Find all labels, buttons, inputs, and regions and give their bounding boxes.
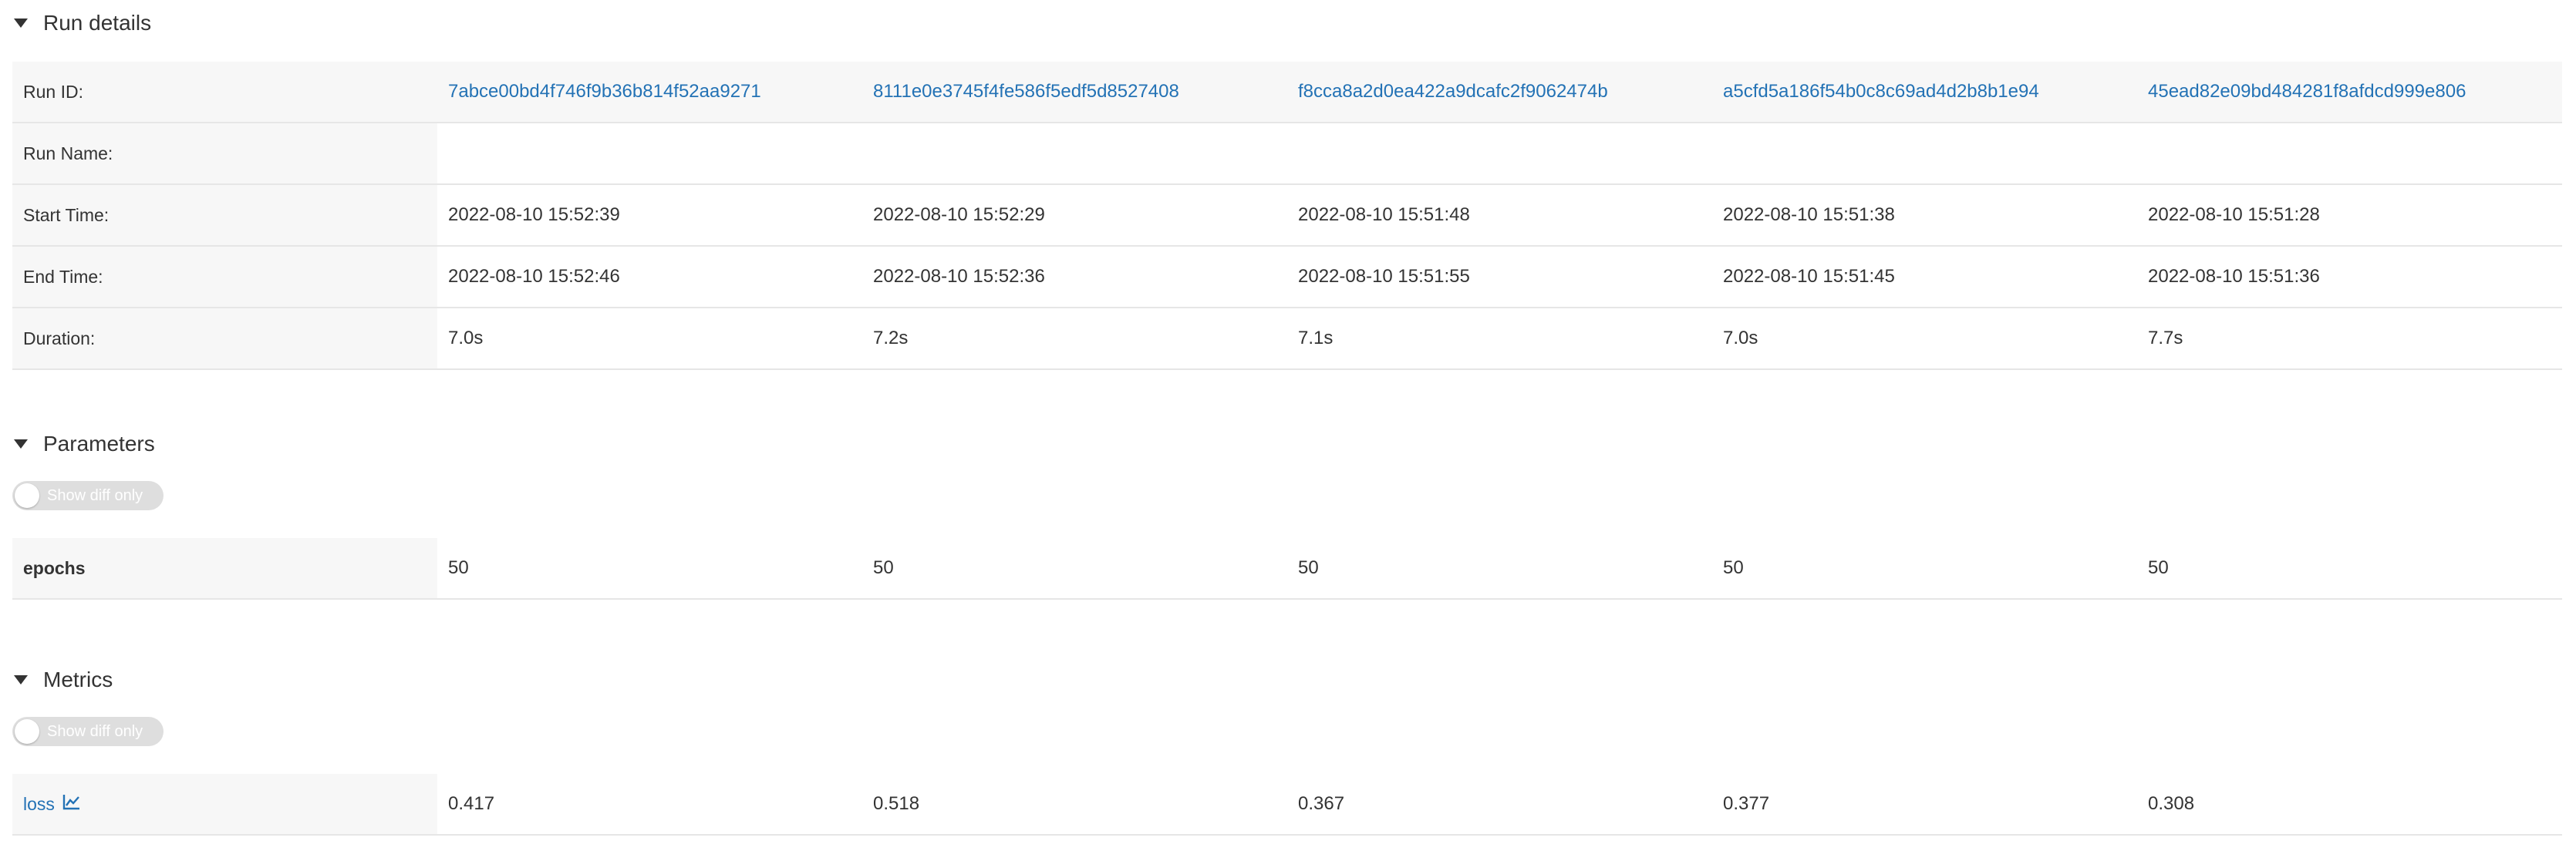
caret-down-icon[interactable] <box>14 18 28 28</box>
row-label-loss[interactable]: loss <box>12 774 437 834</box>
run-name-cell <box>437 123 862 183</box>
duration-cell: 7.7s <box>2148 328 2183 348</box>
start-time-cell: 2022-08-10 15:51:28 <box>2148 204 2320 225</box>
run-id-link[interactable]: 7abce00bd4f746f9b36b814f52aa9271 <box>437 62 862 122</box>
end-time-cell: 2022-08-10 15:51:36 <box>2148 266 2320 287</box>
run-name-cell <box>1287 123 1712 183</box>
row-label-run-name: Run Name: <box>12 123 437 183</box>
metrics-table: loss 0.417 0.518 0.367 0.377 0.308 <box>12 774 2562 836</box>
run-name-cell <box>2137 123 2562 183</box>
param-value-cell: 50 <box>2148 557 2169 578</box>
start-time-cell: 2022-08-10 15:52:39 <box>448 204 620 225</box>
run-details-table: Run ID: 7abce00bd4f746f9b36b814f52aa9271… <box>12 62 2562 370</box>
row-label-run-id: Run ID: <box>12 62 437 122</box>
parameters-show-diff-toggle[interactable]: Show diff only <box>12 481 164 510</box>
run-name-cell <box>862 123 1287 183</box>
row-label-end-time: End Time: <box>12 247 437 307</box>
param-value-cell: 50 <box>1723 557 1744 578</box>
param-value-cell: 50 <box>873 557 894 578</box>
toggle-label: Show diff only <box>47 722 143 740</box>
metric-value-cell: 0.367 <box>1298 793 1345 814</box>
metric-value-cell: 0.377 <box>1723 793 1770 814</box>
compare-runs-page: Run details Run ID: 7abce00bd4f746f9b36b… <box>0 0 2576 851</box>
table-row-epochs: epochs 50 50 50 50 50 <box>12 538 2562 600</box>
run-id-link[interactable]: 8111e0e3745f4fe586f5edf5d8527408 <box>862 62 1287 122</box>
metric-value-cell: 0.417 <box>448 793 495 814</box>
parameters-header[interactable]: Parameters <box>0 422 155 466</box>
run-id-link[interactable]: 45ead82e09bd484281f8afdcd999e806 <box>2137 62 2562 122</box>
duration-cell: 7.1s <box>1298 328 1334 348</box>
run-id-link[interactable]: f8cca8a2d0ea422a9dcafc2f9062474b <box>1287 62 1712 122</box>
toggle-knob <box>15 719 39 744</box>
end-time-cell: 2022-08-10 15:52:36 <box>873 266 1045 287</box>
section-title-metrics: Metrics <box>43 668 113 691</box>
start-time-cell: 2022-08-10 15:51:48 <box>1298 204 1470 225</box>
metrics-show-diff-toggle[interactable]: Show diff only <box>12 717 164 746</box>
section-title-run-details: Run details <box>43 11 152 35</box>
table-row-end-time: End Time: 2022-08-10 15:52:46 2022-08-10… <box>12 247 2562 308</box>
table-row-run-name: Run Name: <box>12 123 2562 185</box>
duration-cell: 7.2s <box>873 328 909 348</box>
metric-value-cell: 0.518 <box>873 793 920 814</box>
metric-value-cell: 0.308 <box>2148 793 2195 814</box>
start-time-cell: 2022-08-10 15:51:38 <box>1723 204 1895 225</box>
parameters-table: epochs 50 50 50 50 50 <box>12 538 2562 600</box>
param-value-cell: 50 <box>448 557 469 578</box>
line-chart-icon[interactable] <box>62 793 81 815</box>
param-value-cell: 50 <box>1298 557 1319 578</box>
toggle-knob <box>15 483 39 508</box>
metric-link-loss[interactable]: loss <box>23 794 55 815</box>
duration-cell: 7.0s <box>448 328 484 348</box>
row-label-epochs: epochs <box>12 538 437 598</box>
metrics-header[interactable]: Metrics <box>0 658 113 701</box>
duration-cell: 7.0s <box>1723 328 1758 348</box>
row-label-start-time: Start Time: <box>12 185 437 245</box>
end-time-cell: 2022-08-10 15:51:55 <box>1298 266 1470 287</box>
section-title-parameters: Parameters <box>43 432 155 456</box>
toggle-label: Show diff only <box>47 486 143 504</box>
table-row-duration: Duration: 7.0s 7.2s 7.1s 7.0s 7.7s <box>12 308 2562 370</box>
table-row-run-id: Run ID: 7abce00bd4f746f9b36b814f52aa9271… <box>12 62 2562 123</box>
run-name-cell <box>1712 123 2137 183</box>
row-label-duration: Duration: <box>12 308 437 368</box>
start-time-cell: 2022-08-10 15:52:29 <box>873 204 1045 225</box>
table-row-loss: loss 0.417 0.518 0.367 0.377 0.308 <box>12 774 2562 836</box>
caret-down-icon[interactable] <box>14 675 28 684</box>
table-row-start-time: Start Time: 2022-08-10 15:52:39 2022-08-… <box>12 185 2562 247</box>
end-time-cell: 2022-08-10 15:52:46 <box>448 266 620 287</box>
end-time-cell: 2022-08-10 15:51:45 <box>1723 266 1895 287</box>
run-id-link[interactable]: a5cfd5a186f54b0c8c69ad4d2b8b1e94 <box>1712 62 2137 122</box>
run-details-header[interactable]: Run details <box>0 2 151 45</box>
caret-down-icon[interactable] <box>14 439 28 449</box>
